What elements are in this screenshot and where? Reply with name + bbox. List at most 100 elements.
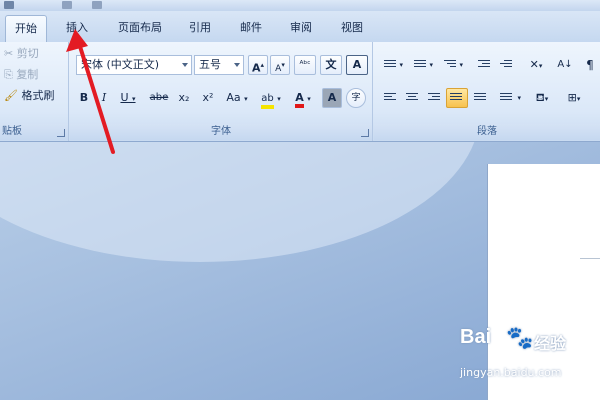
distributed-button[interactable] — [470, 88, 490, 108]
cut-button[interactable]: ✂ 剪切 — [4, 45, 39, 63]
format-painter-button[interactable]: 🖌 格式刷 — [4, 87, 54, 105]
copy-button[interactable]: ⎘ 复制 — [4, 66, 38, 84]
strikethrough-icon: abe — [149, 92, 169, 103]
align-right-icon — [428, 93, 440, 103]
phonetic-guide-button[interactable]: 文 — [320, 55, 342, 75]
align-left-button[interactable] — [380, 88, 400, 108]
italic-button[interactable]: I — [96, 88, 112, 108]
distributed-icon — [474, 93, 486, 103]
paragraph-group-label: 段落 — [374, 124, 600, 140]
borders-button[interactable]: ⊞▾ — [560, 88, 588, 108]
decrease-indent-icon — [478, 60, 490, 70]
watermark-url: jingyan.baidu.com — [460, 366, 562, 379]
character-border-icon: A — [352, 58, 362, 71]
underline-icon: U — [120, 91, 129, 104]
increase-indent-button[interactable] — [496, 55, 516, 75]
superscript-icon: x² — [202, 91, 214, 104]
copy-icon: ⎘ — [4, 68, 13, 81]
highlight-button[interactable]: ab ▾ — [256, 88, 286, 109]
increase-indent-icon — [500, 60, 512, 70]
change-case-button[interactable]: Aa ▾ — [222, 88, 252, 108]
multilevel-list-icon — [444, 60, 456, 70]
watermark-brand: Bai — [460, 326, 492, 348]
chevron-down-icon — [182, 63, 188, 67]
align-center-icon — [406, 93, 418, 103]
bold-button[interactable]: B — [76, 88, 92, 108]
line-spacing-button[interactable]: ▾ — [496, 88, 522, 108]
grow-font-icon: A — [251, 61, 261, 75]
font-name-combo[interactable]: 宋体 (中文正文) — [76, 55, 192, 75]
font-group: 宋体 (中文正文) 五号 A▴ A▾ ᴬᵇᶜ 文 A B I U ▾ abe x… — [70, 42, 373, 141]
paw-icon: 🐾 — [506, 326, 534, 351]
numbering-button[interactable]: ▾ — [410, 55, 434, 75]
enclose-characters-button[interactable]: 字 — [346, 88, 366, 108]
character-border-button[interactable]: A — [346, 55, 368, 75]
align-right-button[interactable] — [424, 88, 444, 108]
sort-icon: A↓ — [557, 59, 573, 70]
line-spacing-icon — [500, 93, 512, 103]
strikethrough-button[interactable]: abe — [146, 88, 172, 108]
format-painter-label: 格式刷 — [21, 89, 55, 102]
tab-home[interactable]: 开始 — [5, 15, 47, 42]
character-shading-button[interactable]: A — [322, 88, 342, 108]
font-size-combo[interactable]: 五号 — [194, 55, 244, 75]
paragraph-mark-icon: ¶ — [586, 58, 594, 72]
subscript-button[interactable]: x₂ — [174, 88, 194, 108]
underline-button[interactable]: U ▾ — [116, 88, 140, 108]
character-shading-icon: A — [327, 91, 337, 104]
chevron-down-icon — [234, 63, 240, 67]
watermark-name: 经验 — [534, 334, 567, 353]
page-margin-marker — [580, 258, 600, 259]
tab-page-layout[interactable]: 页面布局 — [108, 17, 172, 39]
subscript-icon: x₂ — [178, 91, 190, 104]
font-group-label: 字体 — [70, 124, 372, 140]
align-left-icon — [384, 93, 396, 103]
customize-icon[interactable] — [92, 1, 102, 9]
font-name-value: 宋体 (中文正文) — [81, 58, 160, 71]
multilevel-list-button[interactable]: ▾ — [440, 55, 464, 75]
ribbon-tab-bar: 开始 插入 页面布局 引用 邮件 审阅 视图 — [0, 11, 600, 42]
tab-mailings[interactable]: 邮件 — [232, 17, 270, 39]
justify-button[interactable] — [446, 88, 468, 108]
copy-label: 复制 — [16, 68, 39, 81]
italic-icon: I — [101, 91, 107, 104]
tab-insert[interactable]: 插入 — [58, 17, 96, 39]
cut-label: 剪切 — [16, 47, 39, 60]
justify-icon — [450, 93, 462, 103]
align-center-button[interactable] — [402, 88, 422, 108]
bullets-button[interactable]: ▾ — [380, 55, 404, 75]
show-marks-button[interactable]: ¶ — [580, 55, 600, 75]
shading-button[interactable]: ⛾▾ — [528, 88, 556, 108]
numbering-icon — [414, 60, 426, 70]
decrease-indent-button[interactable] — [474, 55, 494, 75]
phonetic-guide-icon: 文 — [325, 58, 337, 71]
paragraph-group: ▾ ▾ ▾ ✕▾ A↓ ¶ ▾ ⛾▾ ⊞▾ 段落 — [374, 42, 600, 141]
clipboard-group: ✂ 剪切 ⎘ 复制 🖌 格式刷 贴板 — [0, 42, 69, 141]
tab-view[interactable]: 视图 — [333, 17, 371, 39]
superscript-button[interactable]: x² — [198, 88, 218, 108]
bullets-icon — [384, 60, 396, 70]
shrink-font-button[interactable]: A▾ — [270, 55, 290, 75]
font-color-button[interactable]: A ▾ — [288, 88, 318, 108]
grow-font-button[interactable]: A▴ — [248, 55, 268, 75]
border-grid-icon: ⊞ — [567, 91, 577, 104]
save-icon[interactable] — [4, 1, 14, 9]
font-color-icon: A — [295, 92, 304, 108]
clear-formatting-button[interactable]: ᴬᵇᶜ — [294, 55, 316, 75]
change-case-icon: Aa — [226, 91, 241, 104]
tab-review[interactable]: 审阅 — [282, 17, 320, 39]
scissors-icon: ✂ — [4, 47, 14, 60]
undo-icon[interactable] — [62, 1, 72, 9]
clear-formatting-icon: ᴬᵇᶜ — [299, 60, 311, 70]
baidu-jingyan-watermark: Bai 🐾 经验 jingyan.baidu.com — [460, 326, 590, 382]
tab-references[interactable]: 引用 — [181, 17, 219, 39]
paint-bucket-icon: ⛾ — [535, 91, 545, 104]
clipboard-dialog-launcher[interactable] — [57, 129, 65, 137]
paintbrush-icon: 🖌 — [4, 89, 18, 102]
chinese-layout-icon: ✕ — [529, 58, 539, 71]
quick-access-toolbar — [0, 0, 600, 11]
font-dialog-launcher[interactable] — [361, 129, 369, 137]
chinese-layout-button[interactable]: ✕▾ — [522, 55, 550, 75]
enclose-characters-icon: 字 — [351, 93, 361, 103]
sort-button[interactable]: A↓ — [554, 55, 576, 75]
